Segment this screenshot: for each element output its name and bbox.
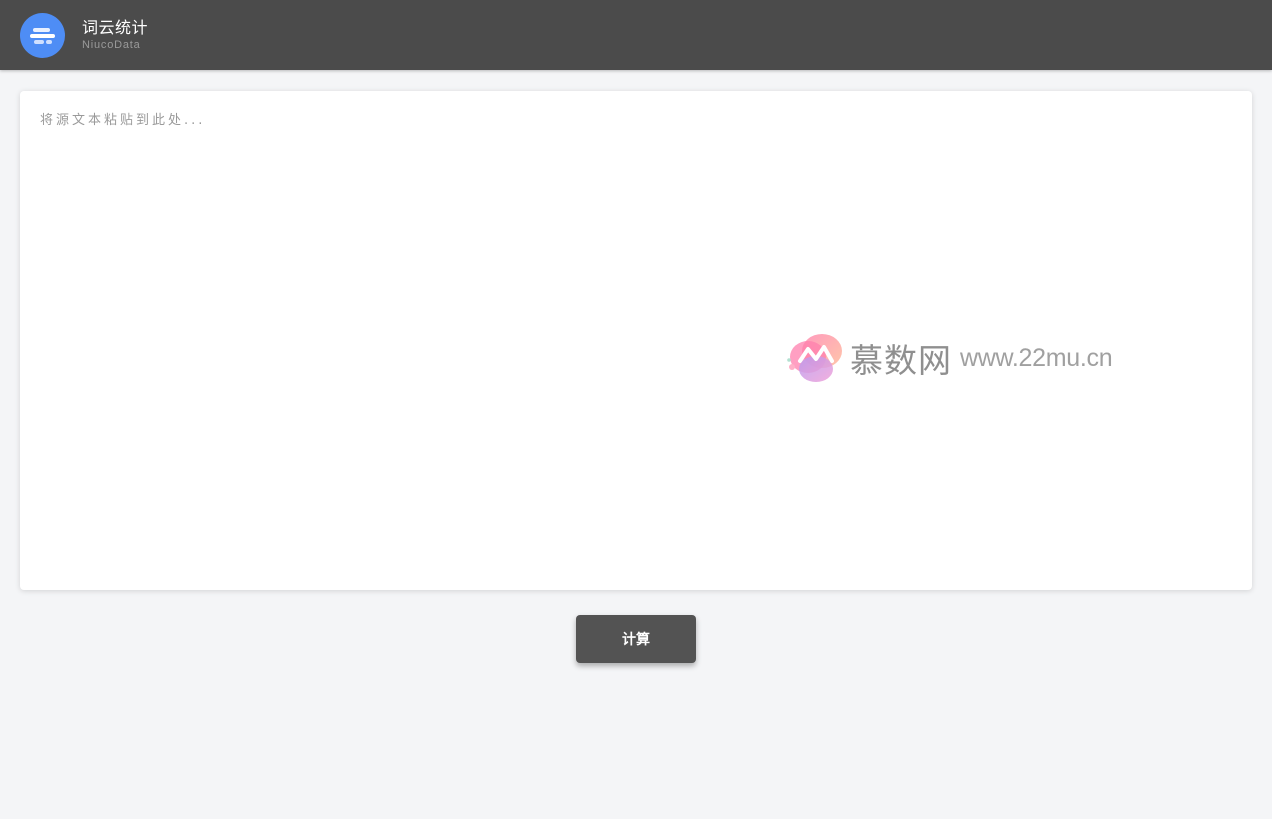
text-input-card bbox=[20, 91, 1252, 590]
app-title: 词云统计 bbox=[82, 17, 149, 37]
app-header: 词云统计 NiucoData bbox=[0, 0, 1272, 70]
brand: 词云统计 NiucoData bbox=[82, 17, 149, 51]
calculate-button[interactable]: 计算 bbox=[576, 615, 696, 663]
source-text-input[interactable] bbox=[20, 91, 1252, 590]
app-subtitle: NiucoData bbox=[82, 38, 141, 51]
bars-list-icon bbox=[20, 12, 65, 58]
